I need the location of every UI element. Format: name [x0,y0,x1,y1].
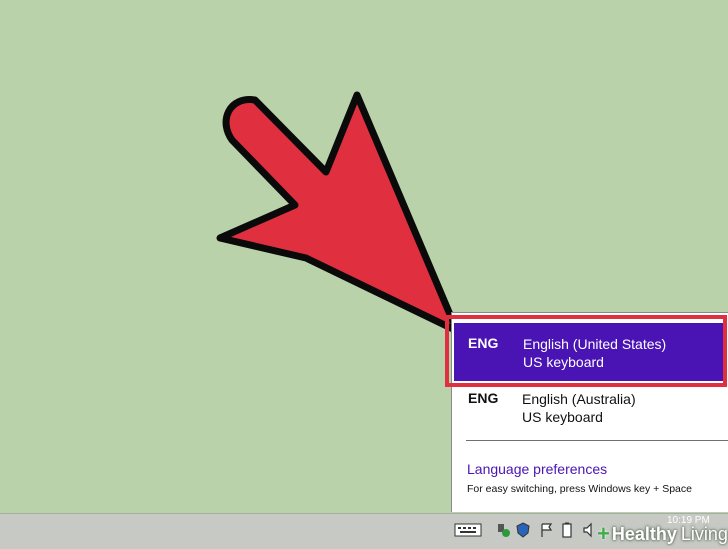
language-item-english-au[interactable]: ENG English (Australia) US keyboard [452,385,728,441]
healthy-living-watermark: + Healthy Living [597,521,728,546]
volume-icon[interactable] [582,522,596,538]
switching-hint: For easy switching, press Windows key + … [467,483,692,495]
flag-icon[interactable] [539,522,553,538]
flyout-divider [466,440,728,441]
language-name-label: English (Australia) [522,391,636,407]
keyboard-layout: US keyboard [522,409,603,425]
language-preferences-link[interactable]: Language preferences [467,461,607,477]
shield-icon[interactable] [516,522,530,538]
plus-icon: + [597,521,610,546]
language-code: ENG [468,390,499,406]
watermark-word: Living [680,523,728,544]
network-icon[interactable] [496,522,510,538]
keyboard-icon[interactable] [454,522,482,538]
selection-highlight [445,315,727,387]
language-name: English (Australia) US keyboard [522,390,636,426]
watermark-word: Healthy [611,523,677,544]
battery-icon[interactable] [560,522,574,538]
